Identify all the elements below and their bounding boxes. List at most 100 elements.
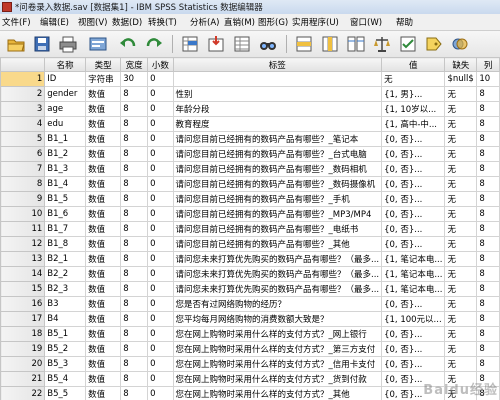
- width-cell[interactable]: 8: [120, 86, 149, 102]
- missing-cell[interactable]: $null$: [444, 71, 478, 87]
- row-number[interactable]: 7: [0, 161, 46, 177]
- missing-cell[interactable]: 无: [444, 356, 478, 372]
- value-labels-icon[interactable]: [424, 34, 444, 54]
- width-cell[interactable]: 8: [120, 101, 149, 117]
- columns-cell[interactable]: 10: [476, 71, 500, 87]
- columns-cell[interactable]: 8: [476, 281, 500, 297]
- label-cell[interactable]: 请问您目前已经拥有的数码产品有哪些？_其他: [172, 236, 383, 252]
- type-cell[interactable]: 数值: [85, 116, 122, 132]
- type-cell[interactable]: 数值: [85, 191, 122, 207]
- label-cell[interactable]: 您平均每月网络购物的消费数额大致是？: [172, 311, 383, 327]
- width-cell[interactable]: 8: [120, 146, 149, 162]
- name-header[interactable]: 名称: [44, 57, 87, 72]
- variable-name-cell[interactable]: edu: [44, 116, 87, 132]
- label-cell[interactable]: 年龄分段: [172, 101, 383, 117]
- decimals-cell[interactable]: 0: [147, 296, 174, 312]
- label-cell[interactable]: 请问您目前已经拥有的数码产品有哪些？_电纸书: [172, 221, 383, 237]
- decimals-cell[interactable]: 0: [147, 386, 174, 400]
- width-cell[interactable]: 8: [120, 311, 149, 327]
- missing-cell[interactable]: 无: [444, 116, 478, 132]
- label-cell[interactable]: 请问您未来打算优先购买的数码产品有哪些？（最多...: [172, 251, 383, 267]
- decimals-cell[interactable]: 0: [147, 161, 174, 177]
- variable-name-cell[interactable]: B1_1: [44, 131, 87, 147]
- variable-name-cell[interactable]: B5_3: [44, 356, 87, 372]
- width-cell[interactable]: 8: [120, 341, 149, 357]
- decimals-cell[interactable]: 0: [147, 326, 174, 342]
- width-cell[interactable]: 8: [120, 296, 149, 312]
- row-number[interactable]: 9: [0, 191, 46, 207]
- row-number[interactable]: 1: [0, 71, 46, 87]
- values-cell[interactable]: {1, 10岁以...: [381, 101, 446, 117]
- columns-cell[interactable]: 8: [476, 221, 500, 237]
- columns-cell[interactable]: 8: [476, 266, 500, 282]
- variables-icon[interactable]: [232, 34, 252, 54]
- values-cell[interactable]: {0, 否}...: [381, 176, 446, 192]
- missing-cell[interactable]: 无: [444, 161, 478, 177]
- values-cell[interactable]: {0, 否}...: [381, 161, 446, 177]
- missing-header[interactable]: 缺失: [444, 57, 478, 72]
- weight-cases-icon[interactable]: [372, 34, 392, 54]
- variable-name-cell[interactable]: B1_8: [44, 236, 87, 252]
- width-cell[interactable]: 8: [120, 281, 149, 297]
- decimals-cell[interactable]: 0: [147, 221, 174, 237]
- columns-cell[interactable]: 8: [476, 191, 500, 207]
- menu-item[interactable]: 转换(T): [148, 16, 177, 28]
- type-cell[interactable]: 数值: [85, 206, 122, 222]
- variable-name-cell[interactable]: gender: [44, 86, 87, 102]
- missing-cell[interactable]: 无: [444, 311, 478, 327]
- table-row[interactable]: 19 B5_2 数值 8 0 您在网上购物时采用什么样的支付方式？_第三方支付 {0, 否}…: [0, 341, 500, 357]
- missing-cell[interactable]: 无: [444, 296, 478, 312]
- row-number[interactable]: 17: [0, 311, 46, 327]
- columns-cell[interactable]: 8: [476, 296, 500, 312]
- undo-icon[interactable]: [118, 34, 138, 54]
- variable-name-cell[interactable]: B1_6: [44, 206, 87, 222]
- decimals-cell[interactable]: 0: [147, 356, 174, 372]
- row-number[interactable]: 19: [0, 341, 46, 357]
- width-cell[interactable]: 8: [120, 131, 149, 147]
- missing-cell[interactable]: 无: [444, 86, 478, 102]
- decimals-cell[interactable]: 0: [147, 71, 174, 87]
- columns-cell[interactable]: 8: [476, 326, 500, 342]
- columns-cell[interactable]: 8: [476, 131, 500, 147]
- variable-name-cell[interactable]: B2_3: [44, 281, 87, 297]
- type-cell[interactable]: 数值: [85, 386, 122, 400]
- variable-name-cell[interactable]: age: [44, 101, 87, 117]
- find-icon[interactable]: [258, 34, 278, 54]
- label-cell[interactable]: 您在网上购物时采用什么样的支付方式？_第三方支付: [172, 341, 383, 357]
- decimals-cell[interactable]: 0: [147, 266, 174, 282]
- row-number[interactable]: 2: [0, 86, 46, 102]
- decimals-cell[interactable]: 0: [147, 146, 174, 162]
- width-cell[interactable]: 8: [120, 236, 149, 252]
- type-cell[interactable]: 数值: [85, 251, 122, 267]
- values-cell[interactable]: {0, 否}...: [381, 341, 446, 357]
- dialog-recall-icon[interactable]: [88, 34, 108, 54]
- width-cell[interactable]: 8: [120, 266, 149, 282]
- menu-item[interactable]: 窗口(W): [350, 16, 382, 28]
- type-cell[interactable]: 数值: [85, 341, 122, 357]
- table-row[interactable]: 15 B2_3 数值 8 0 请问您未来打算优先购买的数码产品有哪些？（最多... {1, …: [0, 281, 500, 297]
- columns-cell[interactable]: 8: [476, 251, 500, 267]
- values-header[interactable]: 值: [381, 57, 446, 72]
- variable-name-cell[interactable]: B4: [44, 311, 87, 327]
- type-cell[interactable]: 数值: [85, 296, 122, 312]
- width-cell[interactable]: 8: [120, 386, 149, 400]
- type-cell[interactable]: 数值: [85, 86, 122, 102]
- menu-item[interactable]: 实用程序(U): [292, 16, 339, 28]
- row-number[interactable]: 5: [0, 131, 46, 147]
- missing-cell[interactable]: 无: [444, 266, 478, 282]
- redo-icon[interactable]: [144, 34, 164, 54]
- row-number[interactable]: 18: [0, 326, 46, 342]
- missing-cell[interactable]: 无: [444, 236, 478, 252]
- table-row[interactable]: 8 B1_4 数值 8 0 请问您目前已经拥有的数码产品有哪些？_数码摄像机 {0, 否}.…: [0, 176, 500, 192]
- table-row[interactable]: 9 B1_5 数值 8 0 请问您目前已经拥有的数码产品有哪些？_手机 {0, 否}... 无…: [0, 191, 500, 207]
- table-row[interactable]: 3 age 数值 8 0 年龄分段 {1, 10岁以... 无 8: [0, 101, 500, 117]
- menu-item[interactable]: 分析(A): [190, 16, 219, 28]
- columns-cell[interactable]: 8: [476, 146, 500, 162]
- type-cell[interactable]: 数值: [85, 326, 122, 342]
- values-cell[interactable]: {1, 男}...: [381, 86, 446, 102]
- variable-name-cell[interactable]: B2_1: [44, 251, 87, 267]
- width-cell[interactable]: 8: [120, 161, 149, 177]
- missing-cell[interactable]: 无: [444, 191, 478, 207]
- row-number[interactable]: 14: [0, 266, 46, 282]
- goto-case-icon[interactable]: [180, 34, 200, 54]
